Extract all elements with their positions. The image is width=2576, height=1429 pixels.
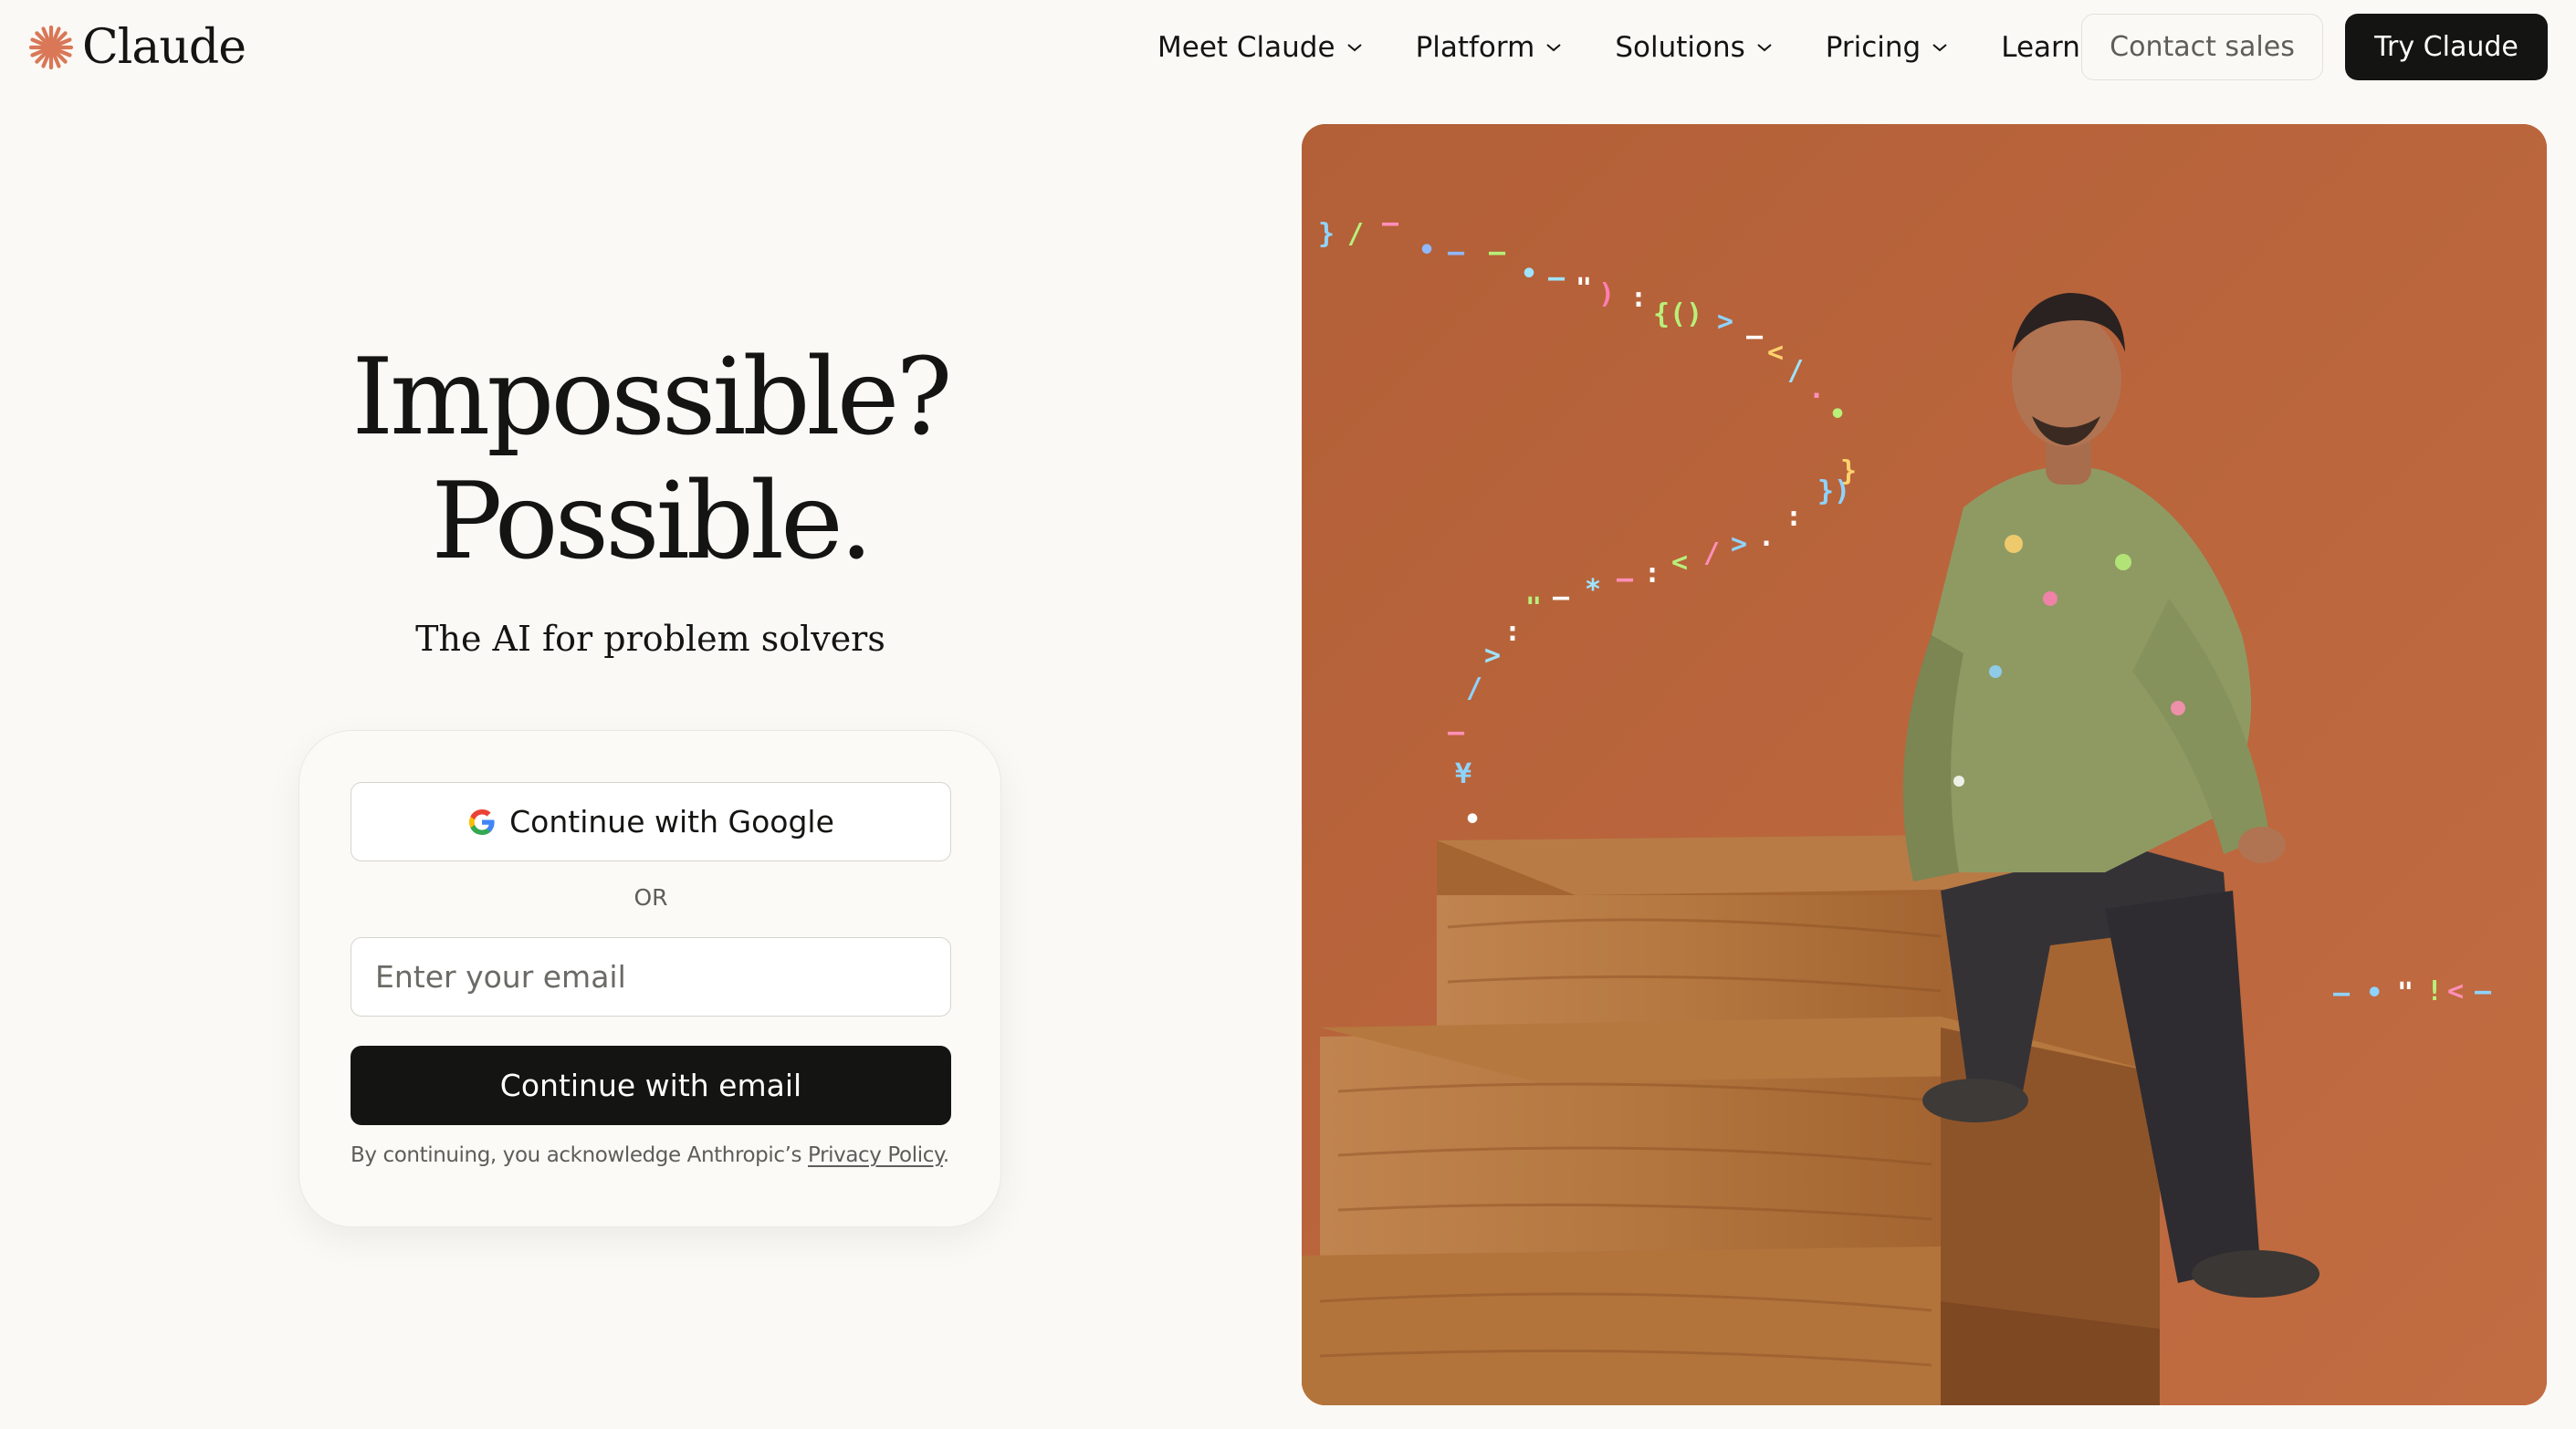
svg-text:—: — xyxy=(1448,716,1465,748)
nav-solutions[interactable]: Solutions xyxy=(1615,31,1772,64)
legal-notice: By continuing, you acknowledge Anthropic… xyxy=(351,1143,971,1167)
svg-text:>: > xyxy=(1717,306,1733,338)
svg-text:– •: – • xyxy=(2333,977,2382,1009)
nav-meet-claude[interactable]: Meet Claude xyxy=(1157,31,1363,64)
nav-item-label: Learn xyxy=(2001,31,2080,64)
svg-text:/: / xyxy=(1703,537,1720,569)
svg-text:•: • xyxy=(1419,235,1435,266)
site-header: Claude Meet Claude Platform Solutions Pr… xyxy=(0,0,2576,95)
svg-text:}: } xyxy=(1318,218,1335,250)
svg-text:–: – xyxy=(1617,563,1634,595)
chevron-down-icon xyxy=(1932,44,1947,52)
hero-image: } / — • – — • – " ) : {() > – < / . • } … xyxy=(1302,124,2547,1405)
svg-text:/: / xyxy=(1787,355,1804,387)
svg-text:": " xyxy=(1576,273,1592,305)
chevron-down-icon xyxy=(1346,44,1362,52)
svg-text:–: – xyxy=(1746,320,1764,352)
svg-text:": " xyxy=(1525,592,1542,624)
svg-text:—: — xyxy=(2475,975,2492,1007)
signin-card: Continue with Google OR Continue with em… xyxy=(298,730,1001,1227)
hero-photo-illustration: } / — • – — • – " ) : {() > – < / . • } … xyxy=(1302,124,2547,1405)
continue-with-email-button[interactable]: Continue with email xyxy=(351,1046,951,1125)
chevron-down-icon xyxy=(1546,44,1561,52)
svg-text:": " xyxy=(2397,977,2414,1009)
svg-text:): ) xyxy=(1598,278,1615,310)
legal-suffix: . xyxy=(942,1143,949,1167)
svg-text::: : xyxy=(1504,616,1521,648)
claude-logo-link[interactable]: Claude xyxy=(26,18,246,77)
svg-text::: : xyxy=(1630,282,1647,314)
brand-name: Claude xyxy=(82,20,246,75)
page: Claude Meet Claude Platform Solutions Pr… xyxy=(0,0,2576,1429)
svg-text:.: . xyxy=(1758,521,1775,553)
svg-text:<: < xyxy=(1671,547,1688,579)
nav-item-label: Meet Claude xyxy=(1157,31,1335,64)
nav-item-label: Platform xyxy=(1415,31,1535,64)
email-input[interactable] xyxy=(351,937,951,1017)
nav-pricing[interactable]: Pricing xyxy=(1826,31,1949,64)
svg-text:—: — xyxy=(1489,236,1506,268)
svg-text:•: • xyxy=(1464,804,1481,836)
svg-text:<: < xyxy=(2447,975,2464,1007)
nav-platform[interactable]: Platform xyxy=(1416,31,1563,64)
hero-subtitle: The AI for problem solvers xyxy=(415,619,885,659)
chevron-down-icon xyxy=(1757,44,1772,52)
svg-text:¥: ¥ xyxy=(1455,758,1471,790)
or-divider: OR xyxy=(634,884,668,911)
hero-title-line-2: Possible. xyxy=(431,460,873,583)
svg-text:>: > xyxy=(1731,528,1747,560)
svg-text:•: • xyxy=(1521,258,1537,290)
svg-text:–: – xyxy=(1448,236,1465,268)
svg-text:—: — xyxy=(1382,207,1399,239)
svg-text:.: . xyxy=(1808,373,1825,405)
contact-sales-button[interactable]: Contact sales xyxy=(2081,14,2323,80)
svg-text:}): }) xyxy=(1817,475,1850,507)
main-nav: Meet Claude Platform Solutions Pricing L… xyxy=(1157,20,2153,75)
svg-text:>: > xyxy=(1484,640,1501,672)
svg-text:*: * xyxy=(1585,574,1601,606)
hero-title: Impossible? Possible. xyxy=(0,336,1301,584)
svg-text:<: < xyxy=(1767,337,1784,369)
svg-text:–: – xyxy=(1553,581,1570,613)
svg-text::: : xyxy=(1644,558,1660,589)
svg-text::: : xyxy=(1785,501,1802,533)
nav-item-label: Solutions xyxy=(1615,31,1745,64)
claude-starburst-icon xyxy=(28,25,74,70)
svg-text:•: • xyxy=(1829,399,1846,431)
google-g-icon xyxy=(469,808,495,835)
svg-text:!: ! xyxy=(2426,975,2443,1007)
privacy-policy-link[interactable]: Privacy Policy xyxy=(808,1143,943,1167)
nav-item-label: Pricing xyxy=(1825,31,1922,64)
legal-text: By continuing, you acknowledge Anthropic… xyxy=(351,1143,809,1167)
google-button-label: Continue with Google xyxy=(509,804,834,840)
hero-title-line-1: Impossible? xyxy=(351,336,952,459)
svg-text:{(): {() xyxy=(1653,298,1702,330)
continue-with-google-button[interactable]: Continue with Google xyxy=(351,782,951,861)
svg-text:/: / xyxy=(1347,218,1364,250)
svg-text:/: / xyxy=(1466,673,1482,704)
svg-text:–: – xyxy=(1548,262,1565,294)
try-claude-button[interactable]: Try Claude xyxy=(2345,14,2548,80)
